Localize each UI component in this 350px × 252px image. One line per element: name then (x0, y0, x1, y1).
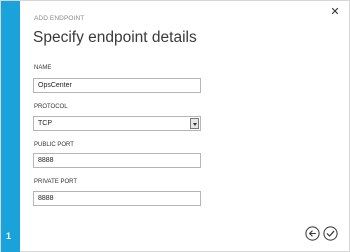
private-port-label: PRIVATE PORT (34, 179, 78, 185)
protocol-label: PROTOCOL (34, 104, 68, 110)
protocol-select[interactable]: TCP (33, 116, 201, 131)
public-port-input[interactable] (33, 153, 201, 168)
checkmark-icon (323, 226, 338, 241)
name-input[interactable] (33, 78, 201, 93)
protocol-selected-value: TCP (38, 120, 52, 127)
name-label: NAME (34, 65, 52, 71)
back-arrow-icon (305, 226, 320, 241)
add-endpoint-dialog: 1 ✕ ADD ENDPOINT Specify endpoint detail… (0, 0, 350, 252)
step-number: 1 (6, 231, 12, 241)
close-button[interactable]: ✕ (329, 6, 341, 18)
wizard-caption: ADD ENDPOINT (34, 15, 85, 22)
complete-button[interactable] (323, 226, 338, 241)
public-port-label: PUBLIC PORT (34, 142, 74, 148)
back-button[interactable] (305, 226, 320, 241)
private-port-input[interactable] (33, 191, 201, 206)
chevron-down-icon[interactable] (190, 118, 199, 129)
page-title: Specify endpoint details (33, 29, 197, 46)
close-icon: ✕ (330, 6, 340, 18)
wizard-step-rail: 1 (1, 1, 20, 252)
